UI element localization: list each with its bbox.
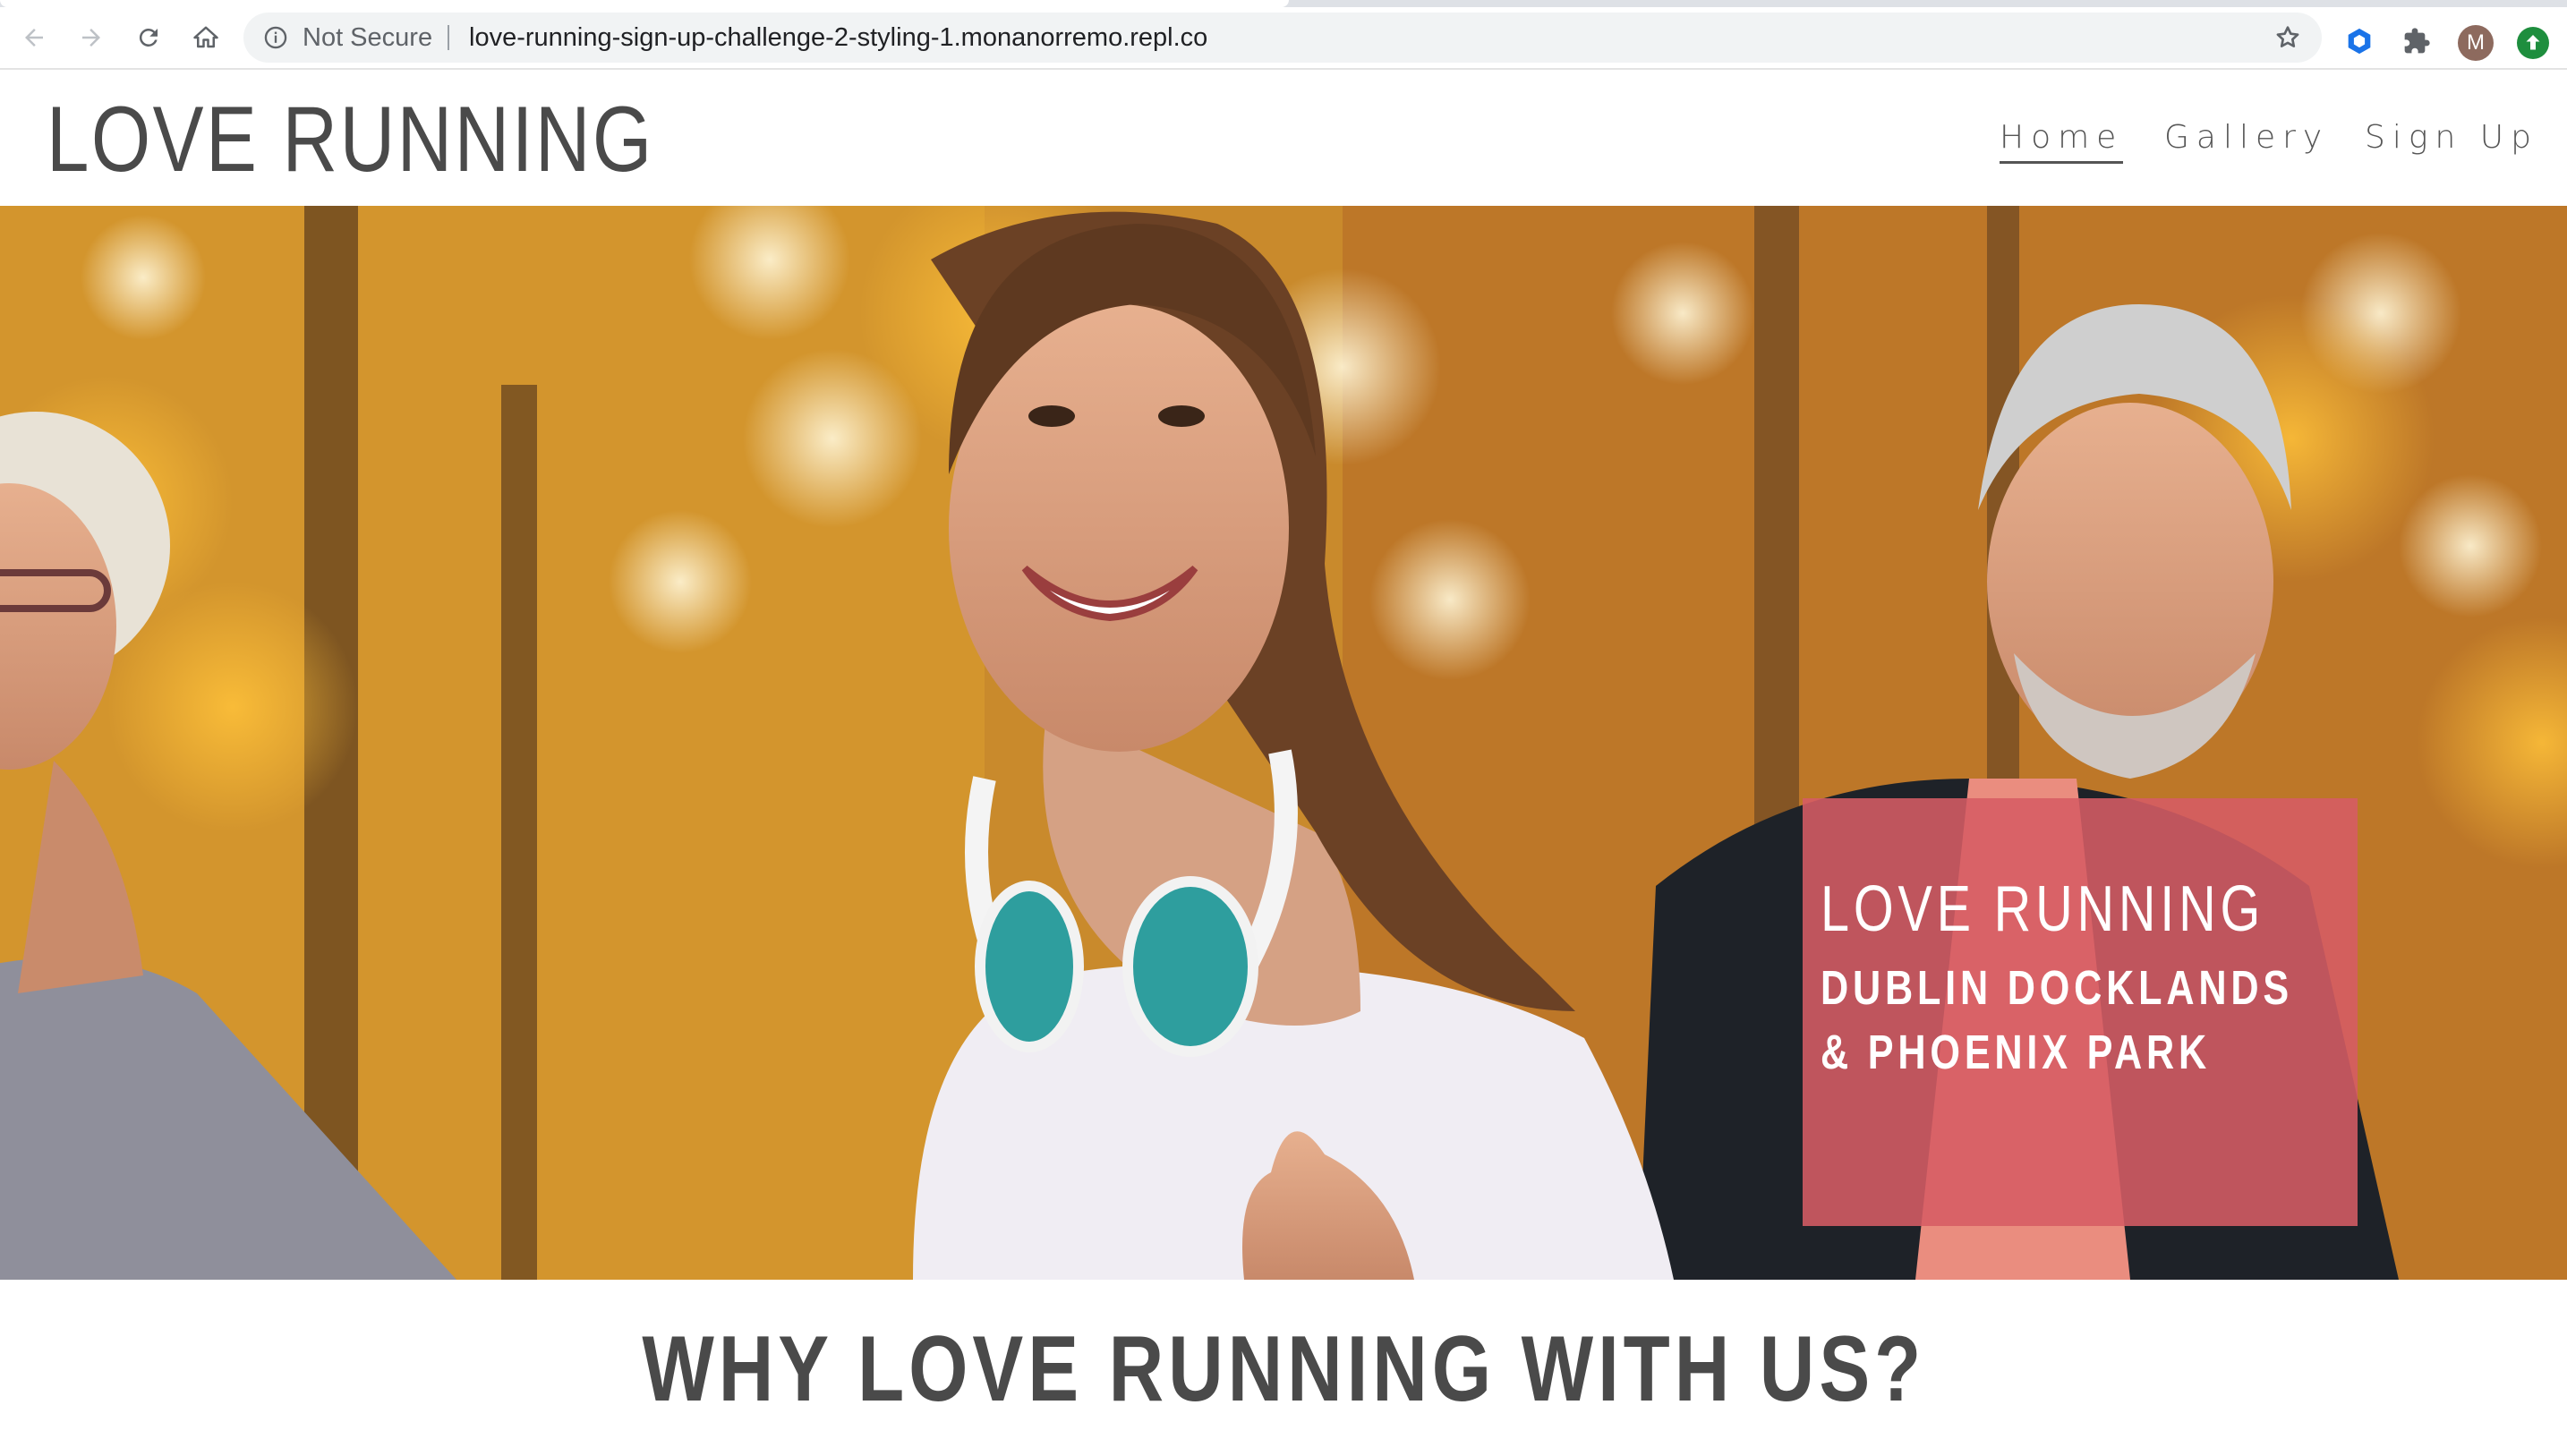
profile-avatar[interactable]: M: [2458, 25, 2494, 61]
reload-icon[interactable]: [131, 20, 166, 55]
site-logo[interactable]: LOVE RUNNING: [47, 86, 654, 193]
site-header: LOVE RUNNING Home Gallery Sign Up: [0, 70, 2567, 206]
extensions-puzzle-icon[interactable]: [2401, 25, 2433, 57]
info-icon[interactable]: [263, 25, 288, 50]
extension-hexagon-icon[interactable]: [2343, 25, 2375, 57]
bookmark-star-icon[interactable]: [2273, 23, 2302, 52]
omnibox-separator: [448, 25, 449, 50]
security-label[interactable]: Not Secure: [303, 13, 432, 63]
hero-banner: LOVE RUNNING DUBLIN DOCKLANDS & PHOENIX …: [0, 206, 2567, 1280]
home-icon[interactable]: [188, 20, 224, 55]
nav-link-sign-up[interactable]: Sign Up: [2365, 116, 2538, 159]
address-bar[interactable]: Not Secure love-running-sign-up-challeng…: [243, 13, 2322, 63]
hero-card: LOVE RUNNING DUBLIN DOCKLANDS & PHOENIX …: [1803, 798, 2358, 1226]
active-tab[interactable]: [0, 0, 1289, 7]
hero-card-title: LOVE RUNNING: [1821, 873, 2265, 945]
url-text[interactable]: love-running-sign-up-challenge-2-styling…: [469, 13, 1207, 63]
update-arrow-icon[interactable]: [2517, 27, 2549, 59]
nav-link-home[interactable]: Home: [2000, 116, 2124, 164]
back-arrow-icon[interactable]: [16, 20, 52, 55]
browser-toolbar: Not Secure love-running-sign-up-challeng…: [0, 7, 2567, 70]
hero-card-subtitle: DUBLIN DOCKLANDS & PHOENIX PARK: [1821, 961, 2293, 1079]
forward-arrow-icon[interactable]: [73, 20, 109, 55]
tab-strip: [0, 0, 2567, 7]
nav-link-gallery[interactable]: Gallery: [2164, 116, 2329, 159]
section-heading-text: WHY LOVE RUNNING WITH US?: [642, 1317, 1925, 1421]
section-heading: WHY LOVE RUNNING WITH US?: [0, 1316, 2567, 1423]
